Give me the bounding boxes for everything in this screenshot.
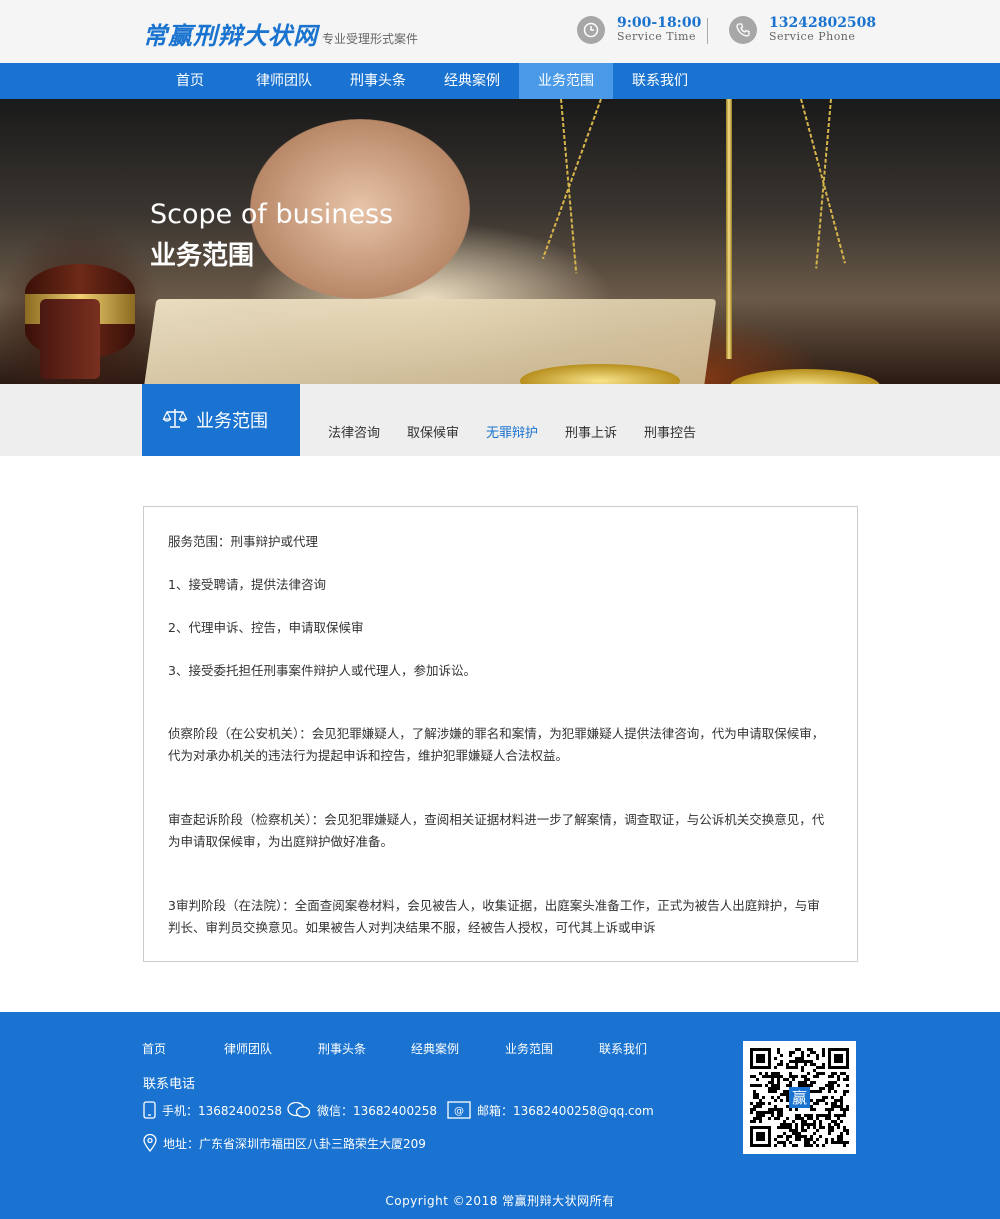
main-nav: 首页 律师团队 刑事头条 经典案例 业务范围 联系我们	[0, 63, 1000, 99]
site-header: 常赢刑辩大状网 专业受理形式案件 9:00-18:00 Service Time…	[0, 0, 1000, 63]
scale-pan-right	[730, 369, 880, 384]
clock-icon	[577, 16, 605, 44]
hero-banner: Scope of business 业务范围	[0, 99, 1000, 384]
nav-item-contact[interactable]: 联系我们	[613, 63, 707, 99]
phone-icon	[729, 16, 757, 44]
site-slogan: 专业受理形式案件	[322, 32, 419, 46]
nav-item-team[interactable]: 律师团队	[237, 63, 331, 99]
nav-item-business[interactable]: 业务范围	[519, 63, 613, 99]
site-logo[interactable]: 常赢刑辩大状网	[143, 16, 318, 51]
content-paragraph: 2、代理申诉、控告，申请取保候审	[168, 620, 364, 635]
content-paragraph: 服务范围：刑事辩护或代理	[168, 534, 319, 549]
footer-nav-business[interactable]: 业务范围	[505, 1040, 553, 1057]
content-paragraph: 1、接受聘请，提供法律咨询	[168, 577, 326, 592]
footer-mobile: 手机：13682400258	[143, 1101, 282, 1119]
banner-title-cn: 业务范围	[150, 241, 255, 271]
content-paragraph: 侦察阶段（在公安机关）：会见犯罪嫌疑人，了解涉嫌的罪名和案情，为犯罪嫌疑人提供法…	[168, 726, 825, 763]
qr-code: 赢	[743, 1041, 856, 1154]
qr-center-logo: 赢	[792, 1089, 807, 1107]
subnav-title: 业务范围	[142, 384, 300, 456]
footer-contact-heading: 联系电话	[143, 1077, 196, 1092]
footer-nav-team[interactable]: 律师团队	[224, 1040, 272, 1057]
content-panel: 服务范围：刑事辩护或代理 1、接受聘请，提供法律咨询 2、代理申诉、控告，申请取…	[143, 506, 858, 962]
scale-chain	[815, 99, 832, 269]
content-paragraph: 3、接受委托担任刑事案件辩护人或代理人，参加诉讼。	[168, 663, 476, 678]
nav-item-home[interactable]: 首页	[143, 63, 237, 99]
gavel-base-image	[40, 299, 100, 379]
service-phone-value[interactable]: 13242802508	[769, 16, 876, 30]
footer-mobile-text: 手机：13682400258	[162, 1103, 282, 1118]
email-icon: @	[447, 1101, 471, 1119]
scale-icon	[162, 407, 188, 434]
qr-code-image: 赢	[750, 1048, 849, 1147]
subnav-item-bail[interactable]: 取保候审	[407, 422, 459, 441]
footer-nav-home[interactable]: 首页	[142, 1040, 166, 1057]
footer-nav-headlines[interactable]: 刑事头条	[318, 1040, 366, 1057]
service-time-label: Service Time	[617, 30, 696, 43]
copyright-text: Copyright ©2018 常赢刑辩大状网所有	[385, 1194, 615, 1208]
service-phone-label: Service Phone	[769, 30, 856, 43]
subnav-item-consult[interactable]: 法律咨询	[328, 422, 380, 441]
scale-chain	[560, 99, 578, 274]
footer-email-text[interactable]: 邮箱：13682400258@qq.com	[477, 1102, 654, 1119]
footer-nav-cases[interactable]: 经典案例	[411, 1040, 459, 1057]
location-pin-icon	[143, 1134, 157, 1152]
subnav-item-innocence[interactable]: 无罪辩护	[486, 422, 538, 441]
footer-wechat: 微信：13682400258	[287, 1101, 437, 1119]
footer-email: @ 邮箱：13682400258@qq.com	[447, 1101, 654, 1119]
service-time-value: 9:00-18:00	[617, 15, 702, 31]
sub-nav: 业务范围 法律咨询 取保候审 无罪辩护 刑事上诉 刑事控告	[0, 384, 1000, 456]
header-divider	[707, 18, 708, 44]
footer-wechat-text: 微信：13682400258	[317, 1103, 437, 1118]
footer-address: 地址：广东省深圳市福田区八卦三路荣生大厦209	[143, 1134, 426, 1152]
mobile-icon	[143, 1101, 156, 1119]
nav-item-headlines[interactable]: 刑事头条	[331, 63, 425, 99]
content-paragraph: 审查起诉阶段（检察机关）：会见犯罪嫌疑人，查阅相关证据材料进一步了解案情，调查取…	[168, 812, 825, 849]
content-paragraph: 3审判阶段（在法院）：全面查阅案卷材料，会见被告人，收集证据，出庭案头准备工作，…	[168, 898, 820, 935]
footer-address-text: 地址：广东省深圳市福田区八卦三路荣生大厦209	[163, 1136, 426, 1151]
site-footer: 首页 律师团队 刑事头条 经典案例 业务范围 联系我们 联系电话 手机：1368…	[0, 1012, 1000, 1219]
nav-item-cases[interactable]: 经典案例	[425, 63, 519, 99]
scale-pole-image	[726, 99, 732, 359]
subnav-item-accusation[interactable]: 刑事控告	[644, 422, 696, 441]
wechat-icon	[287, 1101, 311, 1119]
subnav-item-appeal[interactable]: 刑事上诉	[565, 422, 617, 441]
banner-title-en: Scope of business	[150, 199, 394, 230]
service-time: 9:00-18:00 Service Time	[577, 16, 701, 44]
svg-text:@: @	[454, 1106, 464, 1117]
service-phone: 13242802508 Service Phone	[729, 16, 876, 44]
footer-nav-contact[interactable]: 联系我们	[599, 1040, 647, 1057]
subnav-title-label: 业务范围	[196, 411, 268, 432]
